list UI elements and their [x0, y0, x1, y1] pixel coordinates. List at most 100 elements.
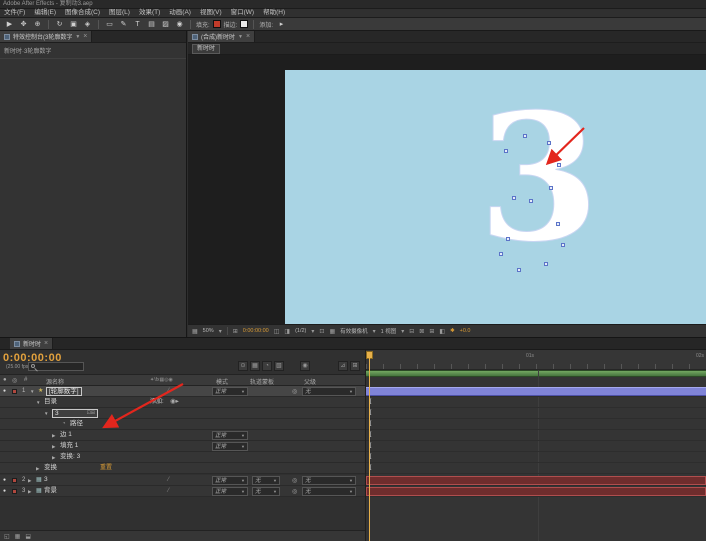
expand-inout-icon[interactable]: ⬓ [25, 533, 31, 540]
safe-areas-icon[interactable]: ⊞ [233, 328, 238, 335]
frame-blending-icon[interactable]: ▧ [274, 361, 284, 371]
resolution-value[interactable]: (1/2) [295, 328, 306, 334]
parent-select[interactable]: 无▼ [302, 476, 356, 485]
panel-menu-icon[interactable]: ▼ [238, 34, 243, 40]
path-vertex[interactable] [544, 262, 548, 266]
parent-select[interactable]: 无▼ [302, 387, 356, 396]
twirl-icon[interactable]: ▼ [36, 397, 40, 408]
matte-column-header[interactable]: 轨道蒙板 [250, 377, 274, 386]
twirl-icon[interactable]: ▶ [36, 463, 39, 474]
text-tool-icon[interactable]: T [132, 21, 143, 28]
group-name[interactable]: 填充 1 [60, 441, 78, 451]
fill-color-swatch[interactable] [213, 20, 221, 28]
path-vertex[interactable] [529, 199, 533, 203]
menu-window[interactable]: 窗口(W) [231, 9, 254, 17]
stopwatch-icon[interactable]: ◔ [62, 419, 66, 429]
viewer-timecode[interactable]: 0:00:00:00 [243, 328, 269, 334]
motion-blur-icon[interactable]: ◉ [300, 361, 310, 371]
track-matte-select[interactable]: 无▼ [252, 487, 280, 496]
time-ruler[interactable]: 01s 02s [366, 350, 706, 370]
property-name-path[interactable]: 路径 [70, 419, 83, 429]
layer-duration-bar-red[interactable] [366, 487, 706, 496]
reset-link[interactable]: 重置 [100, 463, 112, 473]
twirl-icon[interactable]: ▶ [52, 430, 55, 441]
layer-name-selected[interactable]: [轮廓数字] [46, 387, 82, 396]
rotate-tool-icon[interactable]: ↻ [54, 20, 65, 28]
menu-file[interactable]: 文件(F) [4, 9, 25, 17]
view-layout-select[interactable]: 1 视图 [381, 327, 397, 335]
camera-select[interactable]: 有效摄像机 [340, 327, 368, 335]
twirl-icon[interactable]: ▶ [52, 452, 55, 463]
fast-preview-icon[interactable]: ⊠ [419, 328, 424, 335]
group-name[interactable]: 目录 [44, 397, 57, 407]
layer-name[interactable]: 3 [44, 475, 48, 485]
visibility-icon[interactable]: ● [3, 386, 6, 396]
pixel-aspect-icon[interactable]: ⊟ [409, 328, 414, 335]
roi-icon[interactable]: ⊡ [319, 328, 324, 335]
layer-duration-bar-red[interactable] [366, 476, 706, 485]
path-vertex[interactable] [561, 243, 565, 247]
zoom-tool-icon[interactable]: ⊕ [32, 20, 43, 28]
group-row-shape-3[interactable]: ▼ 3 ⊡⊞ [0, 408, 365, 419]
transparency-grid-icon[interactable]: ▦ [329, 328, 335, 335]
twirl-icon[interactable]: ▼ [30, 386, 34, 397]
blend-mode-select[interactable]: 正常▼ [212, 431, 248, 440]
parent-select[interactable]: 无▼ [302, 487, 356, 496]
tab-composition[interactable]: (合成)新时时 ▼ × [188, 31, 255, 42]
dropdown-arrow-icon[interactable]: ▾ [373, 328, 376, 335]
work-area-bar[interactable] [366, 370, 706, 377]
label-color-chip[interactable] [12, 389, 17, 394]
add-property-label[interactable]: 添加: [150, 397, 164, 407]
twirl-icon[interactable]: ▶ [28, 475, 31, 486]
shape-tool-icon[interactable]: ▭ [104, 20, 115, 28]
layer-row-background[interactable]: ● 3 ▶ ▦ 背景 ⁄ 正常▼ 无▼ ◎ 无▼ [0, 486, 365, 497]
menu-effect[interactable]: 效果(T) [139, 9, 160, 17]
label-color-chip[interactable] [12, 478, 17, 483]
add-menu-icon[interactable]: ▸ [276, 20, 287, 28]
blend-mode-select[interactable]: 正常▼ [212, 476, 248, 485]
selection-tool-icon[interactable]: ▶ [4, 20, 15, 28]
comp-chip[interactable]: 新时时 [192, 44, 220, 54]
dropdown-arrow-icon[interactable]: ▾ [219, 328, 222, 335]
menu-edit[interactable]: 编辑(E) [34, 9, 56, 17]
twirl-icon[interactable]: ▼ [44, 408, 48, 419]
composition-canvas[interactable]: 3 [285, 70, 706, 324]
zoom-level[interactable]: 50% [203, 328, 214, 334]
shape-digit-3[interactable]: 3 [478, 91, 600, 266]
graph-editor-icon[interactable]: ⊿ [338, 361, 348, 371]
shape-group-name-box[interactable]: 3 ⊡⊞ [52, 409, 98, 418]
channel-icon[interactable]: ◨ [284, 328, 290, 335]
menu-animation[interactable]: 动画(A) [169, 9, 191, 17]
menu-view[interactable]: 视图(V) [200, 9, 222, 17]
path-vertex[interactable] [557, 163, 561, 167]
blend-mode-select[interactable]: 正常▼ [212, 487, 248, 496]
menu-layer[interactable]: 图层(L) [109, 9, 130, 17]
camera-tool-icon[interactable]: ▣ [68, 20, 79, 28]
clone-stamp-tool-icon[interactable]: ▨ [160, 20, 171, 28]
group-name[interactable]: 变换: 3 [60, 452, 80, 462]
dropdown-arrow-icon[interactable]: ▾ [401, 328, 404, 335]
blend-mode-select[interactable]: 正常▼ [212, 442, 248, 451]
path-vertex[interactable] [504, 149, 508, 153]
visibility-icon[interactable]: ● [3, 486, 6, 496]
exposure-icon[interactable]: ✱ [450, 328, 455, 334]
group-name[interactable]: 边 1 [60, 430, 72, 440]
group-row-fill[interactable]: ▶ 填充 1 正常▼ [0, 441, 365, 452]
group-name[interactable]: 变换 [44, 463, 57, 473]
close-icon[interactable]: × [83, 34, 87, 40]
layer-row-3[interactable]: ● 2 ▶ ▦ 3 ⁄ 正常▼ 无▼ ◎ 无▼ [0, 475, 365, 486]
source-name-column-header[interactable]: 源名称 [46, 377, 64, 386]
hand-tool-icon[interactable]: ✥ [18, 20, 29, 28]
layer-duration-bar[interactable] [366, 387, 706, 396]
brainstorm-icon[interactable]: ⊞ [350, 361, 360, 371]
brush-tool-icon[interactable]: ▤ [146, 20, 157, 28]
path-vertex[interactable] [556, 222, 560, 226]
twirl-icon[interactable]: ▶ [28, 486, 31, 497]
close-icon[interactable]: × [44, 341, 48, 347]
path-vertex[interactable] [506, 237, 510, 241]
track-matte-select[interactable]: 无▼ [252, 476, 280, 485]
hide-shy-layers-icon[interactable]: ◔ [262, 361, 272, 371]
tab-timeline-comp[interactable]: 新时时 × [10, 338, 53, 349]
parent-pickwhip-icon[interactable]: ◎ [292, 388, 297, 396]
pan-behind-tool-icon[interactable]: ◈ [82, 20, 93, 28]
